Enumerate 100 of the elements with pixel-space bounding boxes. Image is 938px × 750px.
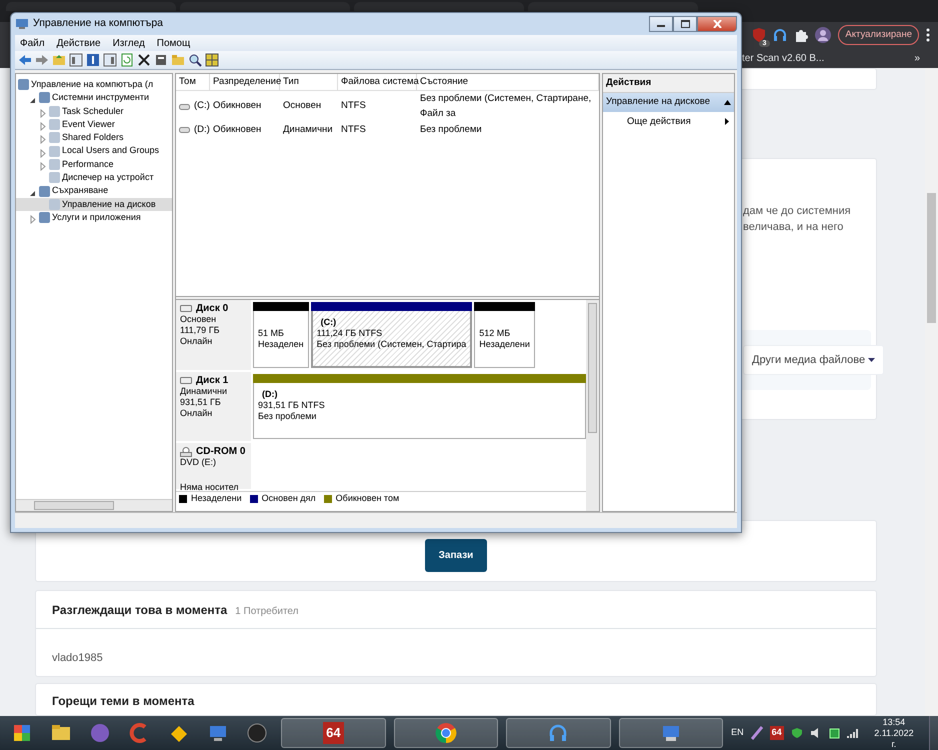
more-menu-icon[interactable] — [926, 28, 930, 42]
chrome-icon[interactable] — [434, 722, 457, 744]
drive-icon — [179, 126, 190, 133]
partition[interactable]: (C:) 111,24 ГБ NTFS Без проблеми (Системен, Стартира — [310, 311, 472, 368]
app-icon-label[interactable]: 64 — [323, 722, 344, 744]
table-cell-text: Обикновен — [212, 99, 262, 114]
close-button[interactable] — [697, 16, 737, 32]
partition-info: 931,51 ГБ NTFS — [258, 400, 326, 411]
submenu-arrow-icon — [725, 118, 729, 126]
clock-time[interactable]: 13:54 — [874, 716, 914, 728]
bookmarks-more-button[interactable]: » — [914, 50, 920, 66]
computer-icon — [15, 18, 29, 30]
signal-icon[interactable] — [846, 728, 859, 738]
menu-item[interactable]: Помощ — [152, 35, 196, 51]
scrollbar-thumb[interactable] — [588, 303, 597, 433]
post-text: дам че до системния — [743, 204, 852, 219]
bookmark-link[interactable]: ter Scan v2.60 B... — [742, 50, 824, 66]
tree-item[interactable]: Shared Folders — [16, 131, 172, 144]
node-icon — [49, 106, 60, 117]
section-title: Разглеждащи това в момента — [52, 602, 228, 619]
search-icon[interactable] — [188, 53, 202, 67]
node-icon — [49, 172, 60, 184]
disk-size: 931,51 ГБ — [180, 397, 222, 408]
action-label: Още действия — [627, 114, 691, 128]
tree-item[interactable]: Event Viewer — [16, 118, 172, 132]
table-cell-text: Без проблеми (Системен, Стартиране, Файл за — [419, 92, 592, 120]
minimize-button[interactable] — [649, 16, 673, 32]
table-cell-text: NTFS — [340, 122, 367, 137]
user-link[interactable]: vlado1985 — [52, 652, 103, 664]
panel-icon[interactable] — [69, 53, 83, 67]
drive-icon — [179, 104, 190, 110]
section-label: Управление на дискове — [606, 95, 710, 110]
partition[interactable]: 512 МБ Незаделени — [474, 311, 535, 368]
square-icon[interactable] — [828, 728, 840, 738]
table-cell-text: Основен — [282, 99, 322, 114]
scrollbar-thumb[interactable] — [34, 501, 114, 510]
delete-icon[interactable] — [137, 53, 151, 67]
partition[interactable]: 51 МБ Незаделен — [253, 311, 309, 368]
tree-item[interactable]: Услуги и приложения — [16, 210, 172, 224]
disk-type: Динамични — [180, 386, 228, 397]
puzzle-icon[interactable] — [794, 28, 808, 42]
post-text: величава, и на него — [743, 220, 844, 235]
tree-item[interactable]: Съхраняване — [16, 184, 172, 198]
node-icon — [49, 198, 60, 210]
grid-icon[interactable] — [205, 53, 219, 67]
legend-label: Основен дял — [262, 492, 316, 505]
node-icon — [39, 186, 50, 197]
partition[interactable]: (D:) 931,51 ГБ NTFS Без проблеми — [253, 383, 586, 439]
tree-item[interactable]: Диспечер на устройст — [16, 171, 172, 184]
save-button[interactable]: Запази — [424, 539, 488, 572]
headphones-icon[interactable] — [547, 722, 570, 744]
forward-arrow-icon[interactable] — [35, 53, 49, 67]
shield-icon[interactable] — [790, 727, 803, 739]
collapsed-arrow-icon[interactable] — [28, 213, 37, 222]
clock-date[interactable]: 2.11.2022 г. — [874, 728, 914, 750]
menu-item[interactable]: Изглед — [108, 35, 150, 51]
media-dropdown-button[interactable]: Други медиа файлове — [743, 344, 884, 376]
disk-status: Онлайн — [180, 408, 214, 419]
close-icon — [712, 20, 722, 28]
collapse-arrow-icon — [724, 100, 731, 105]
table-cell-text: Динамични — [282, 122, 334, 137]
disk-status: Онлайн — [180, 336, 214, 347]
back-arrow-icon[interactable] — [18, 53, 32, 67]
partition-info: Без проблеми — [258, 411, 318, 422]
tree-item[interactable]: Local Users and Groups — [16, 144, 172, 158]
partition-label: (D:) — [261, 389, 278, 400]
actions-section[interactable]: Управление на дискове — [603, 93, 734, 112]
disk-name: CD-ROM 0 — [196, 446, 246, 457]
window-title: Управление на компютъра — [33, 16, 163, 32]
update-button[interactable]: Актуализиране — [838, 25, 919, 45]
menu-item[interactable]: Файл — [15, 35, 50, 51]
headphones-icon[interactable] — [773, 28, 788, 42]
language-indicator[interactable]: EN — [731, 726, 744, 740]
node-icon — [18, 79, 29, 90]
menu-item[interactable]: Действие — [52, 35, 106, 51]
scrollbar-thumb[interactable] — [927, 193, 936, 323]
folder-up-icon[interactable] — [52, 53, 66, 67]
column-header[interactable]: Тип — [280, 74, 338, 90]
drive-icon — [180, 377, 192, 384]
tray-label[interactable]: 64 — [770, 726, 784, 740]
disk-status: Няма носител — [180, 482, 240, 493]
partition-info: Незаделен — [258, 339, 304, 350]
action-item[interactable]: Още действия — [603, 112, 734, 132]
column-header[interactable]: Файлова система — [338, 74, 417, 90]
column-header[interactable]: Том — [176, 74, 210, 90]
actions-header: Действия — [603, 74, 734, 94]
tree-item[interactable]: Performance — [16, 158, 172, 172]
tree-item[interactable]: Управление на дисков — [16, 198, 172, 211]
maximize-button[interactable] — [673, 16, 697, 32]
disk-type: DVD (E:) — [180, 457, 217, 468]
column-header[interactable]: Разпределение — [210, 74, 280, 90]
tree-item[interactable]: Task Scheduler — [16, 104, 172, 118]
tree-item[interactable]: Управление на компютъра (л — [16, 78, 172, 92]
section-title: Горещи теми в момента — [52, 693, 196, 710]
legend-label: Незаделени — [191, 492, 242, 505]
panel-icon[interactable] — [103, 53, 117, 67]
disk-name: Диск 0 — [196, 303, 228, 314]
avatar-icon[interactable] — [815, 27, 832, 43]
refresh-icon[interactable] — [120, 53, 134, 67]
tree-item[interactable]: Системни инструменти — [16, 91, 172, 105]
